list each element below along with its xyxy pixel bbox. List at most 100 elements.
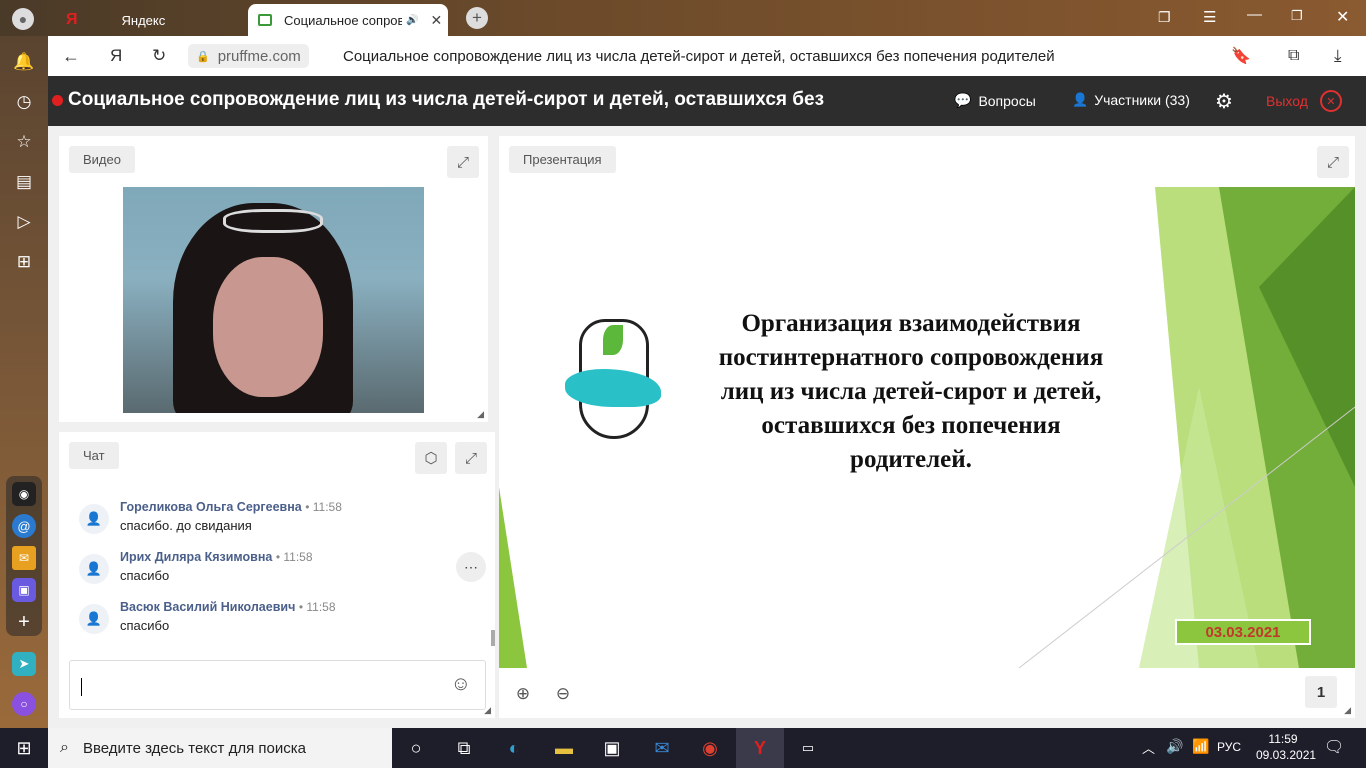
resize-handle-icon[interactable]: ◢ <box>1344 705 1351 716</box>
zoom-out-icon[interactable]: ⊖ <box>551 682 575 706</box>
yandex-home-icon[interactable]: Я <box>110 46 122 66</box>
tray-chevron-icon[interactable]: ︿ <box>1142 738 1155 757</box>
file-explorer-icon[interactable]: ▬ <box>540 728 588 768</box>
network-icon[interactable]: 📶 <box>1192 738 1209 755</box>
person-face <box>213 257 323 397</box>
terminal-icon[interactable]: ▭ <box>784 728 832 768</box>
video-label: Видео <box>69 146 135 173</box>
slide-title-line: лиц из числа детей-сирот и детей, <box>720 378 1102 405</box>
cube-icon[interactable]: ⬡ <box>415 442 447 474</box>
gmail-icon[interactable]: ✉ <box>12 546 36 570</box>
apps-grid-icon[interactable]: ⊞ <box>12 250 36 274</box>
expand-chat-icon[interactable]: ⤢ <box>455 442 487 474</box>
chrome-icon[interactable]: ◉ <box>686 728 734 768</box>
mail-at-icon[interactable]: @ <box>12 514 36 538</box>
language-indicator[interactable]: РУС <box>1217 740 1241 754</box>
clock-date: 09.03.2021 <box>1256 748 1317 762</box>
exit-button[interactable]: Выход ✕ <box>1266 90 1342 112</box>
page-title: Социальное сопровождение лиц из числа де… <box>343 47 1055 65</box>
expand-video-icon[interactable]: ⤢ <box>447 146 479 178</box>
avatar: 👤 <box>79 504 109 534</box>
favorites-icon[interactable]: ☆ <box>12 130 36 154</box>
protect-icon[interactable]: ⧉ <box>1288 47 1299 65</box>
search-placeholder: Введите здесь текст для поиска <box>82 739 306 757</box>
yandex-browser-icon[interactable]: Y <box>736 728 784 768</box>
live-indicator <box>52 95 63 106</box>
exit-label: Выход <box>1266 93 1308 109</box>
questions-icon: 💬 <box>954 92 972 108</box>
webinar-header: Социальное сопровождение лиц из числа де… <box>48 76 1366 126</box>
reply-bubble-icon[interactable]: ⋯ <box>456 552 486 582</box>
alice-icon[interactable]: ○ <box>12 692 36 716</box>
tab-pruffme[interactable]: Социальное сопров 🔊 ✕ <box>248 4 448 36</box>
taskbar-search[interactable]: ⌕ Введите здесь текст для поиска <box>48 728 392 768</box>
collections-icon[interactable]: ▤ <box>12 170 36 194</box>
tab-yandex[interactable]: Я Яндекс <box>52 4 246 36</box>
message-text: спасибо <box>120 568 170 583</box>
windows-taskbar: ⊞ ⌕ Введите здесь текст для поиска ○ ⧉ ◐… <box>0 728 1366 768</box>
clock-time: 11:59 <box>1268 732 1298 746</box>
bookmark-icon[interactable]: 🔖 <box>1231 46 1251 66</box>
store-icon[interactable]: ▣ <box>588 728 636 768</box>
webinar-content: Видео ⤢ ◢ Чат ⬡ ⤢ 👤 Гореликова Ольга Сер… <box>48 126 1366 728</box>
resize-handle-icon[interactable]: ◢ <box>484 705 491 716</box>
history-icon[interactable]: ◷ <box>12 90 36 114</box>
questions-button[interactable]: 💬 Вопросы <box>954 92 1036 109</box>
mail-icon[interactable]: ✉ <box>638 728 686 768</box>
settings-gear-icon[interactable]: ⚙ <box>1215 89 1233 114</box>
resize-handle-icon[interactable]: ◢ <box>477 409 484 420</box>
message-text: спасибо. до свидания <box>120 518 252 533</box>
restore-icon[interactable]: ❐ <box>1291 8 1303 24</box>
volume-icon[interactable]: 🔊 <box>1166 738 1183 755</box>
add-site-icon[interactable]: + <box>12 610 36 634</box>
zoom-in-icon[interactable]: ⊕ <box>511 682 535 706</box>
menu-icon[interactable]: ☰ <box>1203 8 1216 26</box>
text-cursor <box>81 678 82 696</box>
back-icon[interactable]: ← <box>62 46 80 67</box>
close-window-icon[interactable]: ✕ <box>1336 7 1349 27</box>
profile-icon[interactable]: ● <box>12 8 34 30</box>
download-icon[interactable]: ⤓ <box>1334 46 1342 66</box>
video-icon[interactable]: ▷ <box>12 210 36 234</box>
url-chip[interactable]: 🔒 pruffme.com <box>188 44 309 68</box>
user-icon: 👤 <box>1072 92 1089 107</box>
avatar: 👤 <box>79 604 109 634</box>
chat-message: 👤 Ирих Диляра Кязимовна • 11:58 спасибо <box>79 550 489 594</box>
message-author: Гореликова Ольга Сергеевна • 11:58 <box>120 500 342 514</box>
emoji-icon[interactable]: ☺ <box>451 673 471 696</box>
minimize-icon[interactable]: — <box>1247 6 1262 23</box>
page-number[interactable]: 1 <box>1305 676 1337 708</box>
speaker-icon: 🔊 <box>406 14 419 26</box>
pinned-sites: ◉ @ ✉ ▣ + <box>6 476 42 636</box>
start-windows-icon[interactable]: ⊞ <box>0 728 48 768</box>
notifications-center-icon[interactable]: 🗨 <box>1324 737 1344 757</box>
webinar-title: Социальное сопровождение лиц из числа де… <box>68 89 825 110</box>
bookmarks-panel-icon[interactable]: ❐ <box>1158 9 1171 26</box>
clock[interactable]: 11:59 09.03.2021 <box>1256 731 1317 763</box>
webinar-tab-icon <box>258 14 272 26</box>
tab-close-icon[interactable]: ✕ <box>430 12 442 29</box>
video-stream[interactable] <box>123 187 424 413</box>
messenger-icon[interactable]: ▣ <box>12 578 36 602</box>
message-author: Ирих Диляра Кязимовна • 11:58 <box>120 550 313 564</box>
glasses <box>223 209 323 233</box>
edge-icon[interactable]: ◐ <box>490 728 538 768</box>
send-icon[interactable]: ➤ <box>12 652 36 676</box>
yandex-logo-icon: Я <box>66 11 78 28</box>
notifications-icon[interactable]: 🔔 <box>12 50 36 74</box>
participants-button[interactable]: 👤 Участники (33) <box>1072 92 1190 108</box>
crimea-hand-logo <box>565 309 661 449</box>
exit-x-icon: ✕ <box>1319 90 1342 112</box>
chat-scrollbar[interactable] <box>491 630 495 646</box>
chat-input[interactable]: ☺ <box>69 660 486 710</box>
reload-icon[interactable]: ↻ <box>152 46 166 66</box>
site-icon-camera[interactable]: ◉ <box>12 482 36 506</box>
new-tab-button[interactable]: + <box>466 7 488 29</box>
expand-presentation-icon[interactable]: ⤢ <box>1317 146 1349 178</box>
task-view-icon[interactable]: ⧉ <box>440 728 488 768</box>
questions-label: Вопросы <box>978 92 1036 109</box>
cortana-icon[interactable]: ○ <box>392 728 440 768</box>
address-bar: ← Я ↻ 🔒 pruffme.com Социальное сопровожд… <box>48 36 1366 76</box>
message-text: спасибо <box>120 618 170 633</box>
slide-title-line: оставшихся без попечения <box>761 412 1061 439</box>
